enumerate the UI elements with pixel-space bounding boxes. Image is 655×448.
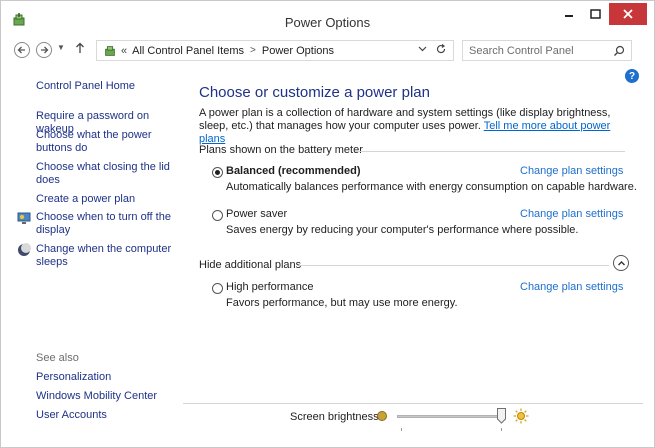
title-bar: Power Options xyxy=(1,1,654,35)
brightness-bar: Screen brightness: xyxy=(183,401,643,439)
maximize-icon xyxy=(589,9,601,19)
sidebar-item-computer-sleeps[interactable]: Change when the computer sleeps xyxy=(36,243,178,269)
sidebar-item-turn-off-display[interactable]: Choose when to turn off the display xyxy=(36,211,178,237)
arrow-up-icon xyxy=(76,42,84,53)
page-description: A power plan is a collection of hardware… xyxy=(199,107,639,146)
search-icon[interactable] xyxy=(613,45,625,57)
arrow-left-icon xyxy=(17,46,25,54)
arrow-right-icon xyxy=(41,46,49,54)
task-pane: Control Panel Home Require a password on… xyxy=(1,65,183,448)
navigation-bar: ▼ « All Control Panel Items > Power Opti… xyxy=(1,35,654,65)
balanced-radio[interactable] xyxy=(212,167,223,178)
page-title: Choose or customize a power plan xyxy=(199,84,430,101)
collapse-plans-button[interactable] xyxy=(613,255,629,271)
see-also-user-accounts[interactable]: User Accounts xyxy=(36,409,178,422)
plan-desc-balanced: Automatically balances performance with … xyxy=(226,181,637,193)
main-content: ? Choose or customize a power plan A pow… xyxy=(183,65,643,405)
see-also-personalization[interactable]: Personalization xyxy=(36,371,178,384)
power-options-window: Power Options ▼ « All Control Panel Item… xyxy=(0,0,655,448)
minimize-icon xyxy=(565,15,573,17)
maximize-button[interactable] xyxy=(582,3,608,25)
address-overflow-chevron[interactable]: « xyxy=(121,45,127,57)
power-options-icon xyxy=(105,45,115,56)
up-button[interactable] xyxy=(75,42,85,57)
brightness-slider-track[interactable] xyxy=(397,415,503,418)
plan-name-power-saver[interactable]: Power saver xyxy=(226,208,287,220)
chevron-up-icon xyxy=(617,260,625,265)
display-icon xyxy=(17,212,31,224)
sidebar-item-create-plan[interactable]: Create a power plan xyxy=(36,193,178,206)
slider-tick xyxy=(501,428,502,431)
group-divider xyxy=(299,265,609,266)
address-dropdown-button[interactable] xyxy=(418,44,427,55)
crumb-power-options[interactable]: Power Options xyxy=(262,45,334,57)
sidebar-item-closing-lid[interactable]: Choose what closing the lid does xyxy=(36,161,178,187)
minimize-button[interactable] xyxy=(556,3,582,25)
help-icon[interactable]: ? xyxy=(625,69,639,83)
recent-locations-button[interactable]: ▼ xyxy=(57,43,65,52)
see-also-label: See also xyxy=(36,352,79,364)
bright-sun-icon xyxy=(513,408,529,424)
back-button[interactable] xyxy=(14,42,30,58)
forward-button[interactable] xyxy=(36,42,52,58)
high-performance-radio[interactable] xyxy=(212,283,223,294)
search-box[interactable]: Search Control Panel xyxy=(462,40,632,61)
plan-name-high-performance[interactable]: High performance xyxy=(226,281,313,293)
chevron-down-icon xyxy=(418,46,427,52)
refresh-icon xyxy=(436,44,446,54)
change-plan-settings-high-performance[interactable]: Change plan settings xyxy=(520,281,623,293)
sidebar-item-power-buttons[interactable]: Choose what the power buttons do xyxy=(36,129,178,155)
battery-plans-group-label: Plans shown on the battery meter xyxy=(199,144,363,156)
moon-sleep-icon xyxy=(18,243,31,256)
refresh-button[interactable] xyxy=(435,43,447,58)
change-plan-settings-balanced[interactable]: Change plan settings xyxy=(520,165,623,177)
crumb-all-control-panel-items[interactable]: All Control Panel Items xyxy=(132,45,244,57)
search-input[interactable]: Search Control Panel xyxy=(469,45,574,57)
hide-additional-plans-label[interactable]: Hide additional plans xyxy=(199,259,301,271)
close-button[interactable] xyxy=(609,3,647,25)
power-saver-radio[interactable] xyxy=(212,210,223,221)
brightness-divider xyxy=(183,403,643,404)
brightness-slider-thumb[interactable] xyxy=(497,408,506,424)
see-also-mobility-center[interactable]: Windows Mobility Center xyxy=(36,390,178,403)
plan-desc-high-performance: Favors performance, but may use more ene… xyxy=(226,297,458,309)
group-divider xyxy=(355,151,625,152)
slider-tick xyxy=(401,428,402,431)
crumb-separator[interactable]: > xyxy=(250,45,256,56)
change-plan-settings-power-saver[interactable]: Change plan settings xyxy=(520,208,623,220)
plan-desc-power-saver: Saves energy by reducing your computer's… xyxy=(226,224,579,236)
control-panel-home-link[interactable]: Control Panel Home xyxy=(36,80,178,93)
close-icon xyxy=(623,9,633,19)
address-bar[interactable]: « All Control Panel Items > Power Option… xyxy=(96,40,454,61)
dim-brightness-icon xyxy=(377,411,387,421)
plan-name-balanced[interactable]: Balanced (recommended) xyxy=(226,165,360,177)
screen-brightness-label: Screen brightness: xyxy=(290,411,382,423)
